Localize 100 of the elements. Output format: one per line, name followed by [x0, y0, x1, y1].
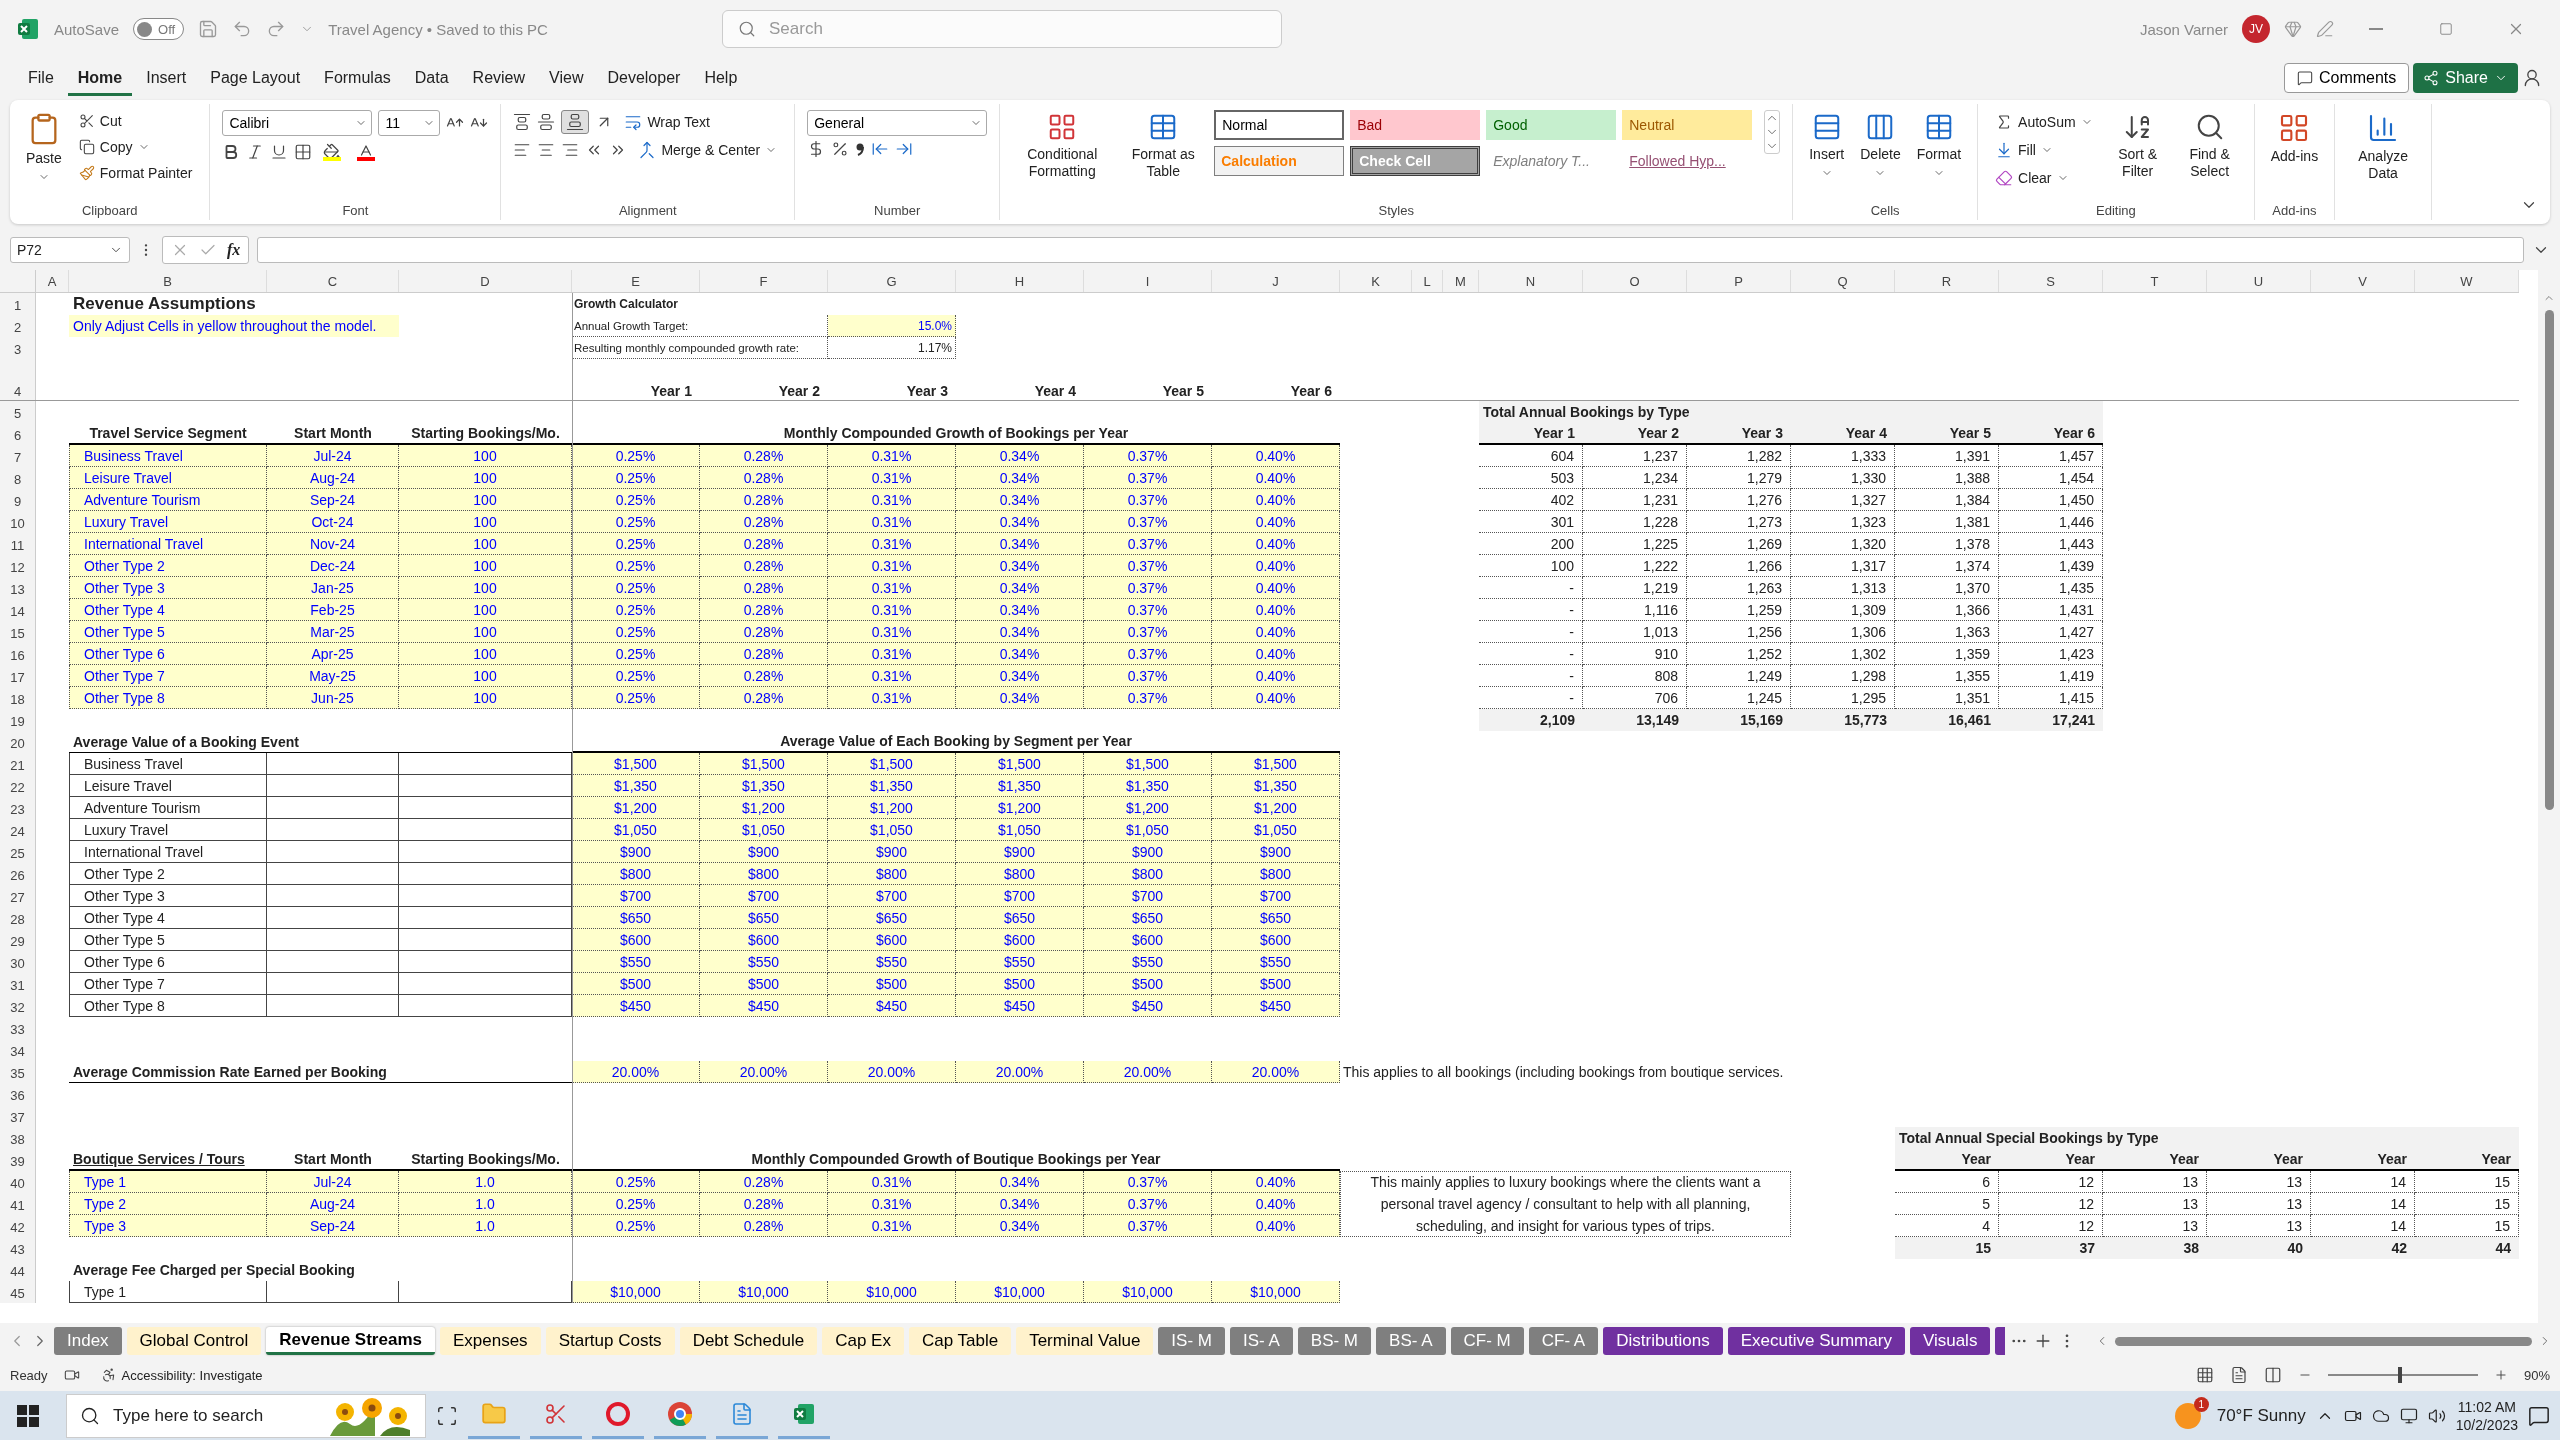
row-number[interactable]: 6 — [0, 423, 36, 445]
row-number[interactable]: 9 — [0, 489, 36, 511]
column-header[interactable]: G — [828, 270, 956, 292]
input-cell[interactable]: $500 — [828, 973, 956, 995]
input-cell[interactable]: $800 — [572, 863, 700, 885]
row-number[interactable]: 7 — [0, 445, 36, 467]
input-cell[interactable]: 0.37% — [1084, 599, 1212, 621]
input-cell[interactable]: $700 — [828, 885, 956, 907]
fill-button[interactable]: Fill — [1990, 138, 2098, 162]
sheet-tab[interactable]: Terminal Value — [1016, 1327, 1154, 1355]
input-cell[interactable]: 0.31% — [828, 533, 956, 555]
row-number[interactable]: 36 — [0, 1083, 36, 1105]
input-cell[interactable]: 0.25% — [572, 489, 700, 511]
input-cell[interactable]: 0.34% — [956, 1171, 1084, 1193]
input-cell[interactable]: 0.37% — [1084, 555, 1212, 577]
input-cell[interactable]: 0.40% — [1212, 511, 1340, 533]
input-cell[interactable]: 0.40% — [1212, 621, 1340, 643]
input-cell[interactable]: 0.25% — [572, 467, 700, 489]
zoom-level[interactable]: 90% — [2523, 1367, 2550, 1383]
input-cell[interactable]: $500 — [1212, 973, 1340, 995]
format-painter-button[interactable]: Format Painter — [73, 162, 198, 184]
input-cell[interactable]: $800 — [1212, 863, 1340, 885]
input-cell[interactable]: Other Type 8 — [69, 687, 267, 709]
input-cell[interactable]: $900 — [700, 841, 828, 863]
sheet-tab[interactable]: Startup Costs — [545, 1327, 675, 1355]
column-header[interactable]: L — [1412, 270, 1443, 292]
input-cell[interactable]: $1,500 — [1212, 753, 1340, 775]
input-cell[interactable]: 20.00% — [828, 1061, 956, 1083]
input-cell[interactable]: $900 — [828, 841, 956, 863]
menu-tab[interactable]: Help — [694, 60, 748, 96]
row-number[interactable]: 42 — [0, 1215, 36, 1237]
row-number[interactable]: 10 — [0, 511, 36, 533]
input-cell[interactable]: 0.40% — [1212, 1193, 1340, 1215]
delete-cells-button[interactable]: Delete — [1856, 110, 1905, 181]
input-cell[interactable]: 0.28% — [700, 511, 828, 533]
input-cell[interactable]: 0.31% — [828, 665, 956, 687]
input-cell[interactable]: $650 — [572, 907, 700, 929]
conditional-formatting-button[interactable]: Conditional Formatting — [1012, 110, 1113, 182]
input-cell[interactable]: 0.34% — [956, 643, 1084, 665]
input-cell[interactable]: $10,000 — [956, 1281, 1084, 1303]
input-cell[interactable]: 0.37% — [1084, 621, 1212, 643]
input-cell[interactable]: 0.40% — [1212, 665, 1340, 687]
input-cell[interactable]: 0.37% — [1084, 533, 1212, 555]
sort-filter-button[interactable]: Sort & Filter — [2105, 110, 2170, 182]
input-cell[interactable]: 0.34% — [956, 599, 1084, 621]
name-box[interactable]: P72 — [10, 237, 130, 263]
input-cell[interactable]: $10,000 — [700, 1281, 828, 1303]
row-number[interactable]: 31 — [0, 973, 36, 995]
share-button[interactable]: Share — [2413, 63, 2518, 93]
input-cell[interactable]: $1,500 — [1084, 753, 1212, 775]
sheet-tab[interactable]: CF- M — [1450, 1327, 1524, 1355]
page-break-icon[interactable] — [2263, 1366, 2282, 1384]
row-number[interactable]: 11 — [0, 533, 36, 555]
cell-style-option[interactable]: Bad — [1350, 110, 1481, 140]
input-cell[interactable]: 0.37% — [1084, 643, 1212, 665]
input-cell[interactable]: $1,050 — [572, 819, 700, 841]
row-number[interactable]: 30 — [0, 951, 36, 973]
input-cell[interactable]: $1,200 — [572, 797, 700, 819]
save-icon[interactable] — [198, 19, 219, 39]
input-cell[interactable]: 0.40% — [1212, 599, 1340, 621]
input-cell[interactable]: $600 — [956, 929, 1084, 951]
input-cell[interactable]: $1,500 — [700, 753, 828, 775]
input-cell[interactable]: 0.37% — [1084, 489, 1212, 511]
font-size-dropdown[interactable]: 11 — [378, 110, 441, 136]
input-cell[interactable]: 0.25% — [572, 621, 700, 643]
column-header[interactable]: S — [1999, 270, 2103, 292]
input-cell[interactable]: 0.28% — [700, 665, 828, 687]
input-cell[interactable]: $650 — [700, 907, 828, 929]
input-cell[interactable]: 0.37% — [1084, 1193, 1212, 1215]
menu-tab[interactable]: Page Layout — [200, 60, 311, 96]
sheet-tab[interactable]: Cap Ex — [822, 1327, 904, 1355]
input-cell[interactable]: $500 — [1084, 973, 1212, 995]
input-cell[interactable]: 0.40% — [1212, 643, 1340, 665]
input-cell[interactable]: Other Type 6 — [69, 643, 267, 665]
scroll-thumb[interactable] — [2115, 1336, 2532, 1346]
sheet-tab[interactable] — [1995, 1327, 2006, 1355]
input-cell[interactable]: $450 — [572, 995, 700, 1017]
input-cell[interactable]: $10,000 — [828, 1281, 956, 1303]
column-header[interactable]: J — [1212, 270, 1340, 292]
row-number[interactable]: 26 — [0, 863, 36, 885]
input-cell[interactable]: $500 — [700, 973, 828, 995]
input-cell[interactable]: 20.00% — [700, 1061, 828, 1083]
input-cell[interactable]: 0.40% — [1212, 489, 1340, 511]
borders-icon[interactable] — [294, 143, 313, 161]
input-cell[interactable]: $700 — [956, 885, 1084, 907]
normal-view-icon[interactable] — [2195, 1366, 2214, 1384]
input-cell[interactable]: $550 — [956, 951, 1084, 973]
input-cell[interactable]: Type 1 — [69, 1171, 267, 1193]
input-cell[interactable]: Type 2 — [69, 1193, 267, 1215]
row-number[interactable]: 2 — [0, 315, 36, 337]
input-cell[interactable]: $450 — [700, 995, 828, 1017]
input-cell[interactable]: 0.40% — [1212, 1171, 1340, 1193]
input-cell[interactable]: 20.00% — [1212, 1061, 1340, 1083]
input-cell[interactable]: 0.34% — [956, 445, 1084, 467]
row-number[interactable]: 19 — [0, 709, 36, 731]
input-cell[interactable]: 0.34% — [956, 687, 1084, 709]
input-cell[interactable]: Other Type 3 — [69, 577, 267, 599]
column-header[interactable]: V — [2311, 270, 2415, 292]
input-cell[interactable]: 20.00% — [956, 1061, 1084, 1083]
input-cell[interactable]: 0.31% — [828, 687, 956, 709]
